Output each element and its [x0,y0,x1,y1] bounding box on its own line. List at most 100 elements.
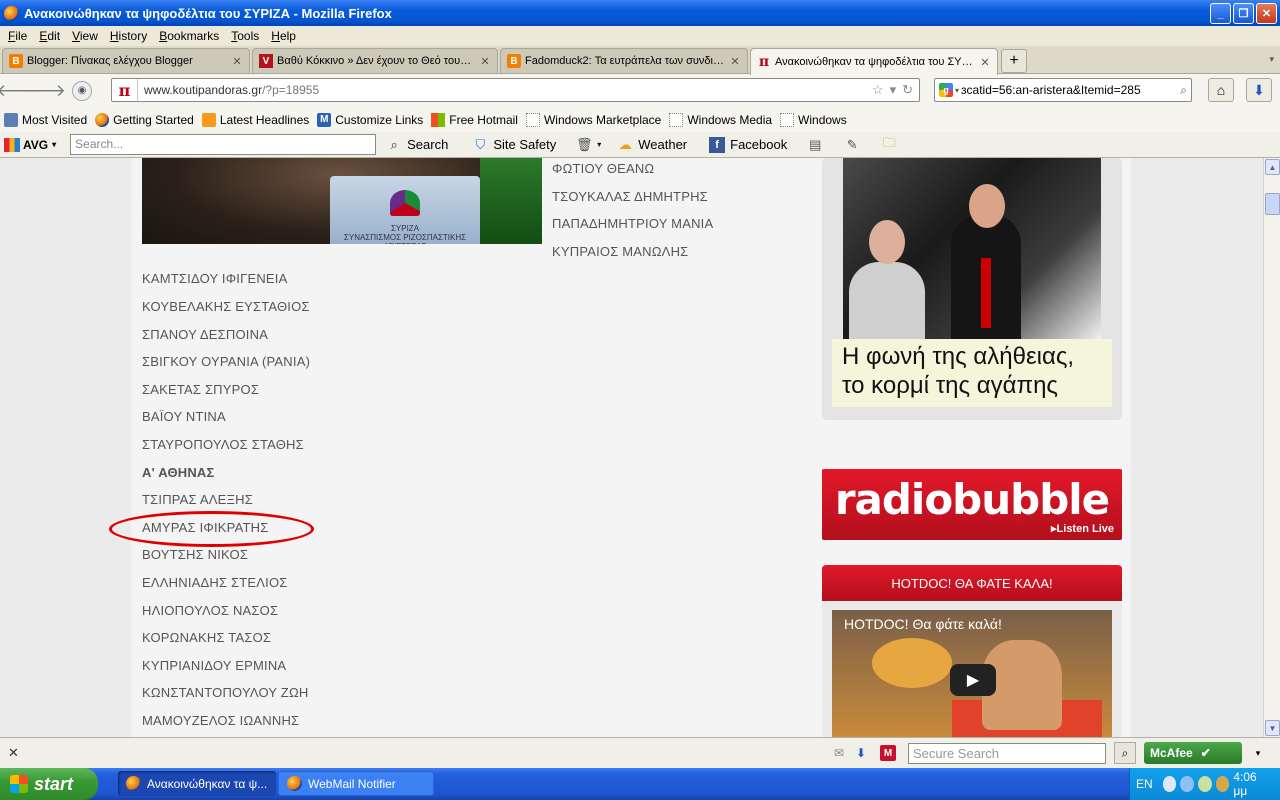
tab-fadomduck[interactable]: B Fadomduck2: Τα ευτράπελα των συνδιασ..… [500,48,748,73]
weather-button[interactable]: ☁ Weather [617,137,687,153]
search-magnifier-icon[interactable]: ⌕ [1176,83,1191,98]
download-arrow-icon[interactable]: ⬇ [853,745,869,761]
bookmark-windows-marketplace[interactable]: Windows Marketplace [525,112,661,127]
reload-icon[interactable]: ↻ [902,82,913,98]
start-button[interactable]: start [0,768,98,800]
avg-search-button[interactable]: ⌕ Search [386,136,449,153]
avg-search-input[interactable]: Search... [70,134,377,155]
menu-edit[interactable]: Edit [33,29,66,43]
calculator-button[interactable]: ▤ [807,137,828,153]
page-viewport[interactable]: ΣΥΡΙΖΑΣΥΝΑΣΠΙΣΜΟΣ ΡΙΖΟΣΠΑΣΤΙΚΗΣ ΑΡΙΣΤΕΡΑ… [0,158,1263,737]
mail-icon[interactable]: ✉ [831,745,847,761]
taskbar-firefox-window[interactable]: Ανακοινώθηκαν τα ψ... [118,771,276,796]
close-window-button[interactable]: ✕ [1256,3,1277,24]
scroll-down-icon[interactable]: ▼ [1265,720,1280,736]
menu-help[interactable]: Help [265,29,302,43]
menu-view[interactable]: View [66,29,104,43]
window-title: Ανακοινώθηκαν τα ψηφοδέλτια του ΣΥΡΙΖΑ -… [24,5,392,21]
menu-bar: File Edit View History Bookmarks Tools H… [0,26,1280,46]
tab-list-icon[interactable]: ▾ [1269,54,1274,65]
hotdoc-video[interactable]: HOTDOC! Θα φάτε καλά! ▶ [832,610,1112,737]
volume-icon[interactable] [1215,776,1230,792]
bookmarks-toolbar: Most Visited Getting Started Latest Head… [0,107,1280,132]
menu-file[interactable]: File [2,29,33,43]
candidate-name: ΦΩΤΙΟΥ ΘΕΑΝΩ [552,161,655,176]
bookmark-getting-started[interactable]: Getting Started [95,112,194,127]
security-tray-icon[interactable] [1198,776,1212,792]
scroll-thumb[interactable] [1265,193,1280,215]
tab-close-icon[interactable]: ✕ [231,55,243,68]
avg-menu-button[interactable]: AVG ▾ [4,137,56,152]
minimize-button[interactable]: _ [1210,3,1231,24]
feed-identity-icon[interactable]: ◉ [72,80,92,101]
language-indicator[interactable]: EN [1136,777,1153,791]
mcafee-status-button[interactable]: McAfee ✔ [1144,742,1242,764]
forward-icon[interactable]: 🡒 [20,80,66,102]
tab-vathy-kokkino[interactable]: V Βαθύ Κόκκινο » Δεν έχουν το Θεό τους σ… [252,48,498,73]
bookmark-windows[interactable]: Windows [780,112,847,127]
close-addon-bar-icon[interactable]: ✕ [8,745,19,761]
tab-label: Blogger: Πίνακας ελέγχου Blogger [27,55,193,67]
mcafee-dropdown-icon[interactable]: ▾ [1250,745,1266,761]
radiobubble-banner[interactable]: radiobubble ▸Listen Live [822,469,1122,540]
new-tab-button[interactable]: + [1001,49,1027,73]
clock[interactable]: 4:06 μμ [1233,770,1268,798]
check-icon: ✔ [1200,746,1211,760]
search-icon: ⌕ [390,136,398,152]
network-icon[interactable] [1180,776,1195,792]
secure-search-button-icon[interactable]: ⌕ [1114,742,1136,764]
vertical-scrollbar[interactable]: ▲ ▼ [1263,158,1280,737]
tab-close-icon[interactable]: ✕ [729,55,741,68]
trash-button[interactable]: 🗑 ▾ [576,137,601,153]
candidate-name: ΜΑΜΟΥΖΕΛΟΣ ΙΩΑΝΝΗΣ [142,713,300,728]
maximize-button[interactable]: ❐ [1233,3,1254,24]
site-safety-button[interactable]: ⛉ Site Safety [472,137,556,153]
google-icon[interactable]: g [939,83,953,97]
bookmark-star-icon[interactable]: ☆ [872,82,884,98]
tray-expand-icon[interactable] [1162,776,1177,792]
msn-icon: M [317,112,332,127]
menu-bookmarks[interactable]: Bookmarks [153,29,225,43]
scroll-up-icon[interactable]: ▲ [1265,159,1280,175]
firefox-icon [287,776,302,791]
system-tray: EN 4:06 μμ [1129,768,1280,800]
facebook-button[interactable]: f Facebook [709,136,787,153]
candidate-name: ΚΩΝΣΤΑΝΤΟΠΟΥΛΟΥ ΖΩΗ [142,685,309,700]
candidate-name: ΣΒΙΓΚΟΥ ΟΥΡΑΝΙΑ (ΡΑΝΙΑ) [142,354,311,369]
bookmark-most-visited[interactable]: Most Visited [4,112,87,127]
tab-close-icon[interactable]: ✕ [479,55,491,68]
web-search-input[interactable]: ɜcatid=56:an-aristera&Itemid=285 [959,83,1176,97]
tab-koutipandoras[interactable]: π Ανακοινώθηκαν τα ψηφοδέλτια του ΣΥΡΙ..… [750,48,998,75]
downloads-icon[interactable]: ⬇ [1246,78,1272,102]
bookmark-free-hotmail[interactable]: Free Hotmail [431,112,518,127]
window-titlebar[interactable]: Ανακοινώθηκαν τα ψηφοδέλτια του ΣΥΡΙΖΑ -… [0,0,1280,26]
bookmark-customize-links[interactable]: M Customize Links [317,112,423,127]
bookmark-windows-media[interactable]: Windows Media [669,112,772,127]
tab-blogger[interactable]: B Blogger: Πίνακας ελέγχου Blogger ✕ [2,48,250,73]
hotdoc-header[interactable]: HOTDOC! ΘΑ ΦΑΤΕ ΚΑΛΑ! [822,565,1122,601]
listen-live-link[interactable]: ▸Listen Live [1051,522,1114,535]
url-input[interactable]: www.koutipandoras.gr/?p=18955 [138,83,872,97]
explorer-button[interactable]: 🗀 [881,135,902,153]
book-ad-caption: Η φωνή της αλήθειας, το κορμί της αγάπης [832,339,1112,407]
secure-search-input[interactable]: Secure Search [908,743,1106,764]
book-ad[interactable]: Η φωνή της αλήθειας, το κορμί της αγάπης [822,158,1122,420]
url-bar[interactable]: π www.koutipandoras.gr/?p=18955 ☆ ▾ ↻ [111,78,920,102]
tab-close-icon[interactable]: ✕ [979,56,991,69]
home-icon[interactable]: ⌂ [1208,78,1234,102]
play-icon[interactable]: ▶ [950,664,996,696]
book-ad-photo [843,158,1101,339]
article-photo: ΣΥΡΙΖΑΣΥΝΑΣΠΙΣΜΟΣ ΡΙΖΟΣΠΑΣΤΙΚΗΣ ΑΡΙΣΤΕΡΑ… [142,158,542,244]
candidate-name: ΚΟΥΒΕΛΑΚΗΣ ΕΥΣΤΑΘΙΟΣ [142,299,310,314]
avg-toolbar: AVG ▾ Search... ⌕ Search ⛉ Site Safety 🗑 ▾ ☁… [0,132,1280,158]
candidate-name: ΤΣΟΥΚΑΛΑΣ ΔΗΜΗΤΡΗΣ [552,189,708,204]
menu-history[interactable]: History [104,29,153,43]
bookmark-latest-headlines[interactable]: Latest Headlines [201,112,309,127]
notepad-button[interactable]: ✎ [844,137,865,153]
url-dropdown-icon[interactable]: ▾ [890,82,897,98]
web-search-bar[interactable]: g ▾ ɜcatid=56:an-aristera&Itemid=285 ⌕ [934,78,1192,102]
taskbar-webmail-notifier[interactable]: WebMail Notifier [278,771,434,796]
mcafee-shield-icon[interactable]: M [880,745,896,761]
menu-tools[interactable]: Tools [225,29,265,43]
candidate-name: ΚΑΜΤΣΙΔΟΥ ΙΦΙΓΕΝΕΙΑ [142,271,288,286]
